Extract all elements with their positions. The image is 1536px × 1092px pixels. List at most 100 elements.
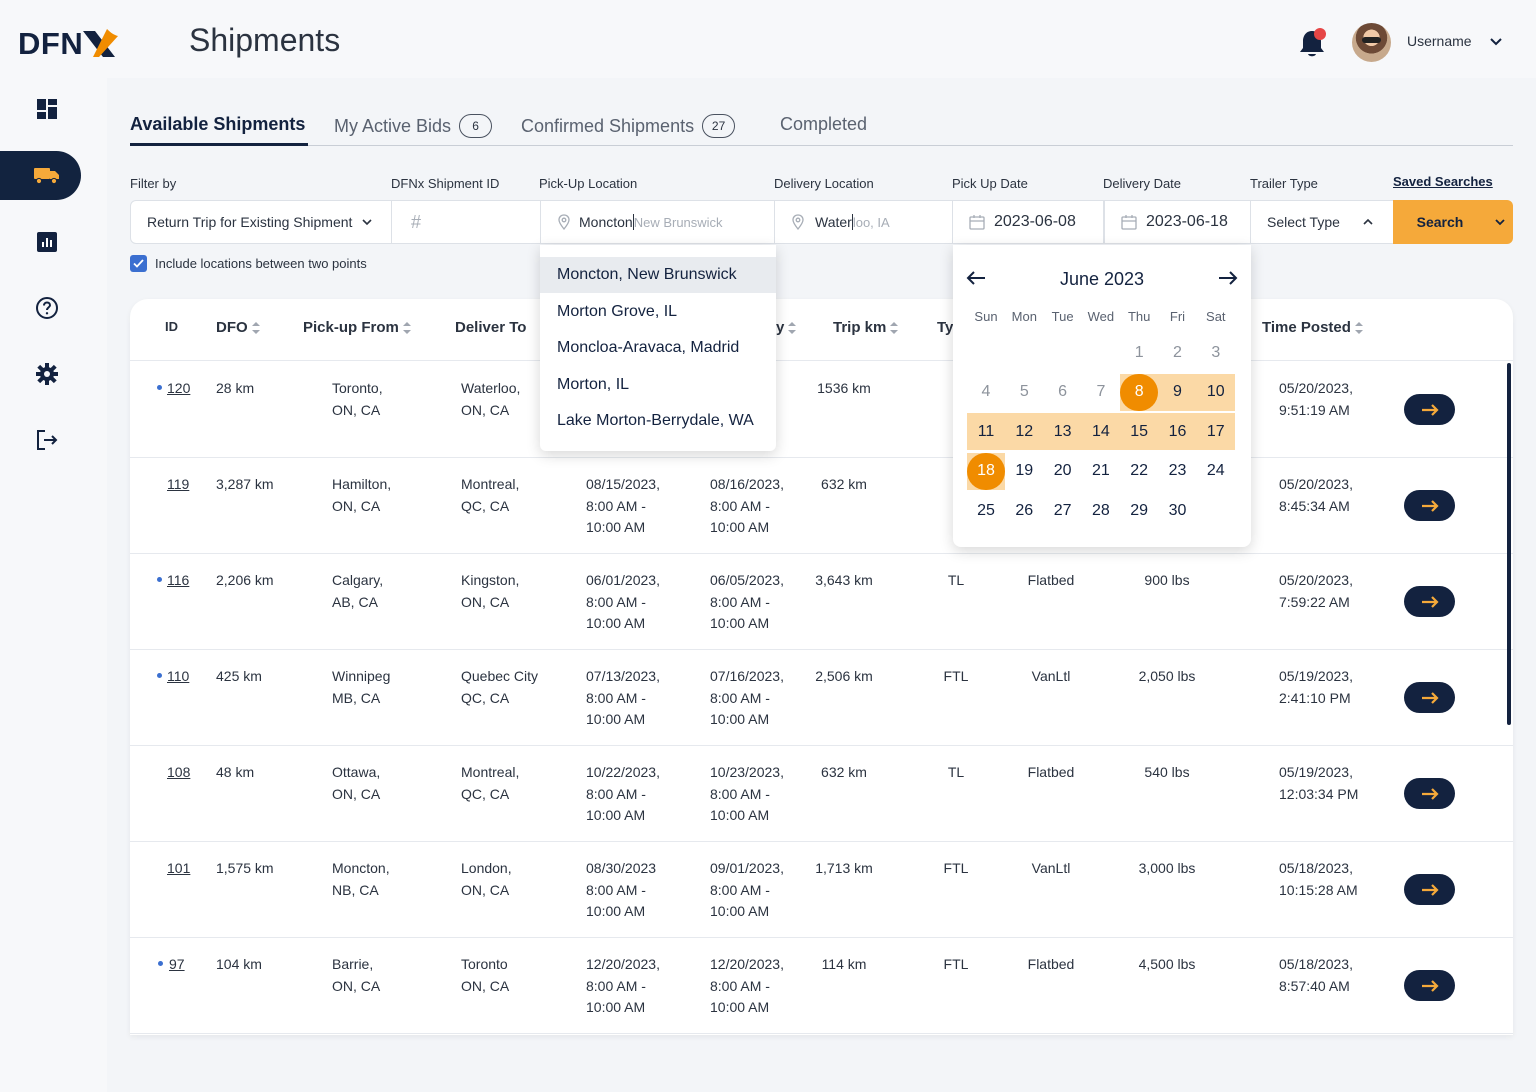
delivery-location-input[interactable]: Water loo, IA — [774, 200, 953, 244]
col-trip-km[interactable]: Trip km — [833, 319, 899, 336]
calendar-day[interactable]: 22 — [1120, 453, 1158, 490]
view-shipment-button[interactable] — [1404, 682, 1455, 713]
nav-reports[interactable] — [30, 225, 64, 259]
calendar-day[interactable]: 7 — [1082, 374, 1120, 411]
avatar[interactable] — [1352, 23, 1391, 62]
table-row[interactable]: 97 104 km Barrie, ON, CA Toronto ON, CA 12/2… — [130, 938, 1513, 1034]
calendar-day[interactable]: 28 — [1082, 492, 1120, 529]
trailer-type-select[interactable]: Select Type — [1250, 200, 1394, 244]
calendar-day[interactable]: 18 — [967, 453, 1005, 490]
tab-my-active-bids[interactable]: My Active Bids 6 — [334, 114, 493, 138]
view-shipment-button[interactable] — [1404, 586, 1455, 617]
table-scrollbar[interactable] — [1507, 363, 1511, 725]
table-row[interactable]: 119 3,287 km Hamilton, ON, CA Montreal, QC,… — [130, 458, 1513, 554]
saved-searches-link[interactable]: Saved Searches — [1393, 174, 1493, 189]
calendar-day[interactable]: 25 — [967, 492, 1005, 529]
sort-icon[interactable] — [890, 321, 899, 334]
shipment-id-link[interactable]: 97 — [169, 954, 185, 976]
calendar-day[interactable]: 6 — [1044, 374, 1082, 411]
calendar-day[interactable]: 21 — [1082, 453, 1120, 490]
view-shipment-button[interactable] — [1404, 970, 1455, 1001]
col-id[interactable]: ID — [165, 319, 178, 334]
shipment-id-link[interactable]: 110 — [167, 666, 189, 688]
shipment-id-input[interactable]: # — [391, 200, 541, 244]
tab-confirmed-shipments[interactable]: Confirmed Shipments 27 — [521, 114, 736, 138]
shipment-id-link[interactable]: 120 — [167, 378, 190, 400]
shipment-id-label: DFNx Shipment ID — [391, 176, 500, 191]
table-row[interactable]: 108 48 km Ottawa, ON, CA Montreal, QC, CA 10… — [130, 746, 1513, 842]
shipment-id-link[interactable]: 116 — [167, 570, 189, 592]
filter-by-select[interactable]: Return Trip for Existing Shipment — [130, 200, 392, 244]
col-deliver-to[interactable]: Deliver To — [455, 319, 526, 336]
sort-icon[interactable] — [1354, 321, 1363, 334]
search-options-toggle[interactable] — [1487, 216, 1513, 228]
arrow-right-icon[interactable] — [1216, 267, 1240, 289]
nav-shipments[interactable] — [30, 158, 64, 192]
shipment-id-link[interactable]: 108 — [167, 762, 190, 784]
delivery-date-input[interactable]: 2023-06-18 — [1104, 200, 1251, 244]
calendar-day[interactable]: 8 — [1120, 374, 1158, 411]
shipment-id-link[interactable]: 119 — [167, 474, 189, 496]
calendar-day[interactable]: 27 — [1044, 492, 1082, 529]
view-shipment-button[interactable] — [1404, 874, 1455, 905]
nav-settings[interactable] — [30, 357, 64, 391]
view-shipment-button[interactable] — [1404, 394, 1455, 425]
location-suggestion[interactable]: Morton, IL — [540, 367, 776, 403]
sort-icon[interactable] — [402, 321, 411, 334]
calendar-day[interactable]: 14 — [1082, 413, 1120, 450]
nav-dashboard[interactable] — [30, 92, 64, 126]
calendar-day[interactable]: 15 — [1120, 413, 1158, 450]
include-between-checkbox[interactable] — [130, 255, 147, 272]
calendar-day[interactable]: 17 — [1197, 413, 1235, 450]
calendar-day[interactable]: 12 — [1005, 413, 1043, 450]
location-suggestion[interactable]: Morton Grove, IL — [540, 294, 776, 330]
calendar-day[interactable]: 19 — [1005, 453, 1043, 490]
location-suggestion[interactable]: Lake Morton-Berrydale, WA — [540, 403, 776, 439]
tab-completed[interactable]: Completed — [780, 114, 867, 135]
col-delivery[interactable]: y — [776, 319, 797, 336]
username[interactable]: Username — [1407, 33, 1472, 49]
calendar-day[interactable]: 23 — [1159, 453, 1197, 490]
view-shipment-button[interactable] — [1404, 490, 1455, 521]
col-time-posted[interactable]: Time Posted — [1262, 319, 1363, 336]
calendar-day[interactable]: 20 — [1044, 453, 1082, 490]
cell-type: TL — [947, 572, 965, 588]
calendar-day[interactable]: 3 — [1197, 334, 1235, 371]
location-suggestion[interactable]: Moncton, New Brunswick — [540, 257, 776, 293]
calendar-day[interactable]: 1 — [1120, 334, 1158, 371]
calendar-day[interactable]: 10 — [1197, 374, 1235, 411]
calendar-day[interactable]: 26 — [1005, 492, 1043, 529]
calendar-day[interactable]: 24 — [1197, 453, 1235, 490]
table-row[interactable]: 12028 kmToronto, ON, CAWaterloo, ON, CA2… — [130, 362, 1513, 458]
include-between-option[interactable]: Include locations between two points — [130, 255, 367, 272]
table-row[interactable]: 101 1,575 km Moncton, NB, CA London, ON, CA… — [130, 842, 1513, 938]
calendar-day[interactable]: 13 — [1044, 413, 1082, 450]
nav-help[interactable] — [30, 291, 64, 325]
calendar-day[interactable]: 30 — [1159, 492, 1197, 529]
cell-pickup: 08/30/2023 8:00 AM - 10:00 AM — [586, 860, 657, 919]
location-suggestion[interactable]: Moncloa-Aravaca, Madrid — [540, 330, 776, 366]
calendar-day[interactable]: 29 — [1120, 492, 1158, 529]
pickup-location-input[interactable]: Moncton New Brunswick — [540, 200, 775, 244]
dfnx-logo[interactable]: DFN — [18, 24, 119, 64]
col-dfo[interactable]: DFO — [216, 319, 260, 336]
sort-icon[interactable] — [251, 321, 260, 334]
shipment-id-link[interactable]: 101 — [167, 858, 190, 880]
col-type[interactable]: Ty — [937, 319, 953, 336]
calendar-day[interactable]: 4 — [967, 374, 1005, 411]
calendar-day[interactable]: 5 — [1005, 374, 1043, 411]
sort-icon[interactable] — [788, 321, 797, 334]
view-shipment-button[interactable] — [1404, 778, 1455, 809]
calendar-day[interactable]: 2 — [1159, 334, 1197, 371]
calendar-day[interactable]: 16 — [1159, 413, 1197, 450]
nav-logout[interactable] — [30, 423, 64, 457]
table-row[interactable]: 116 2,206 km Calgary, AB, CA Kingston, ON, … — [130, 554, 1513, 650]
pickup-date-input[interactable]: 2023-06-08 — [952, 200, 1104, 244]
calendar-day[interactable]: 11 — [967, 413, 1005, 450]
search-button[interactable]: Search — [1393, 200, 1513, 244]
col-pickup-from[interactable]: Pick-up From — [303, 319, 411, 336]
calendar-day[interactable]: 9 — [1159, 374, 1197, 411]
tab-available-shipments[interactable]: Available Shipments — [130, 114, 305, 135]
table-row[interactable]: 110 425 km Winnipeg MB, CA Quebec City QC, … — [130, 650, 1513, 746]
chevron-down-icon[interactable] — [1488, 34, 1504, 50]
